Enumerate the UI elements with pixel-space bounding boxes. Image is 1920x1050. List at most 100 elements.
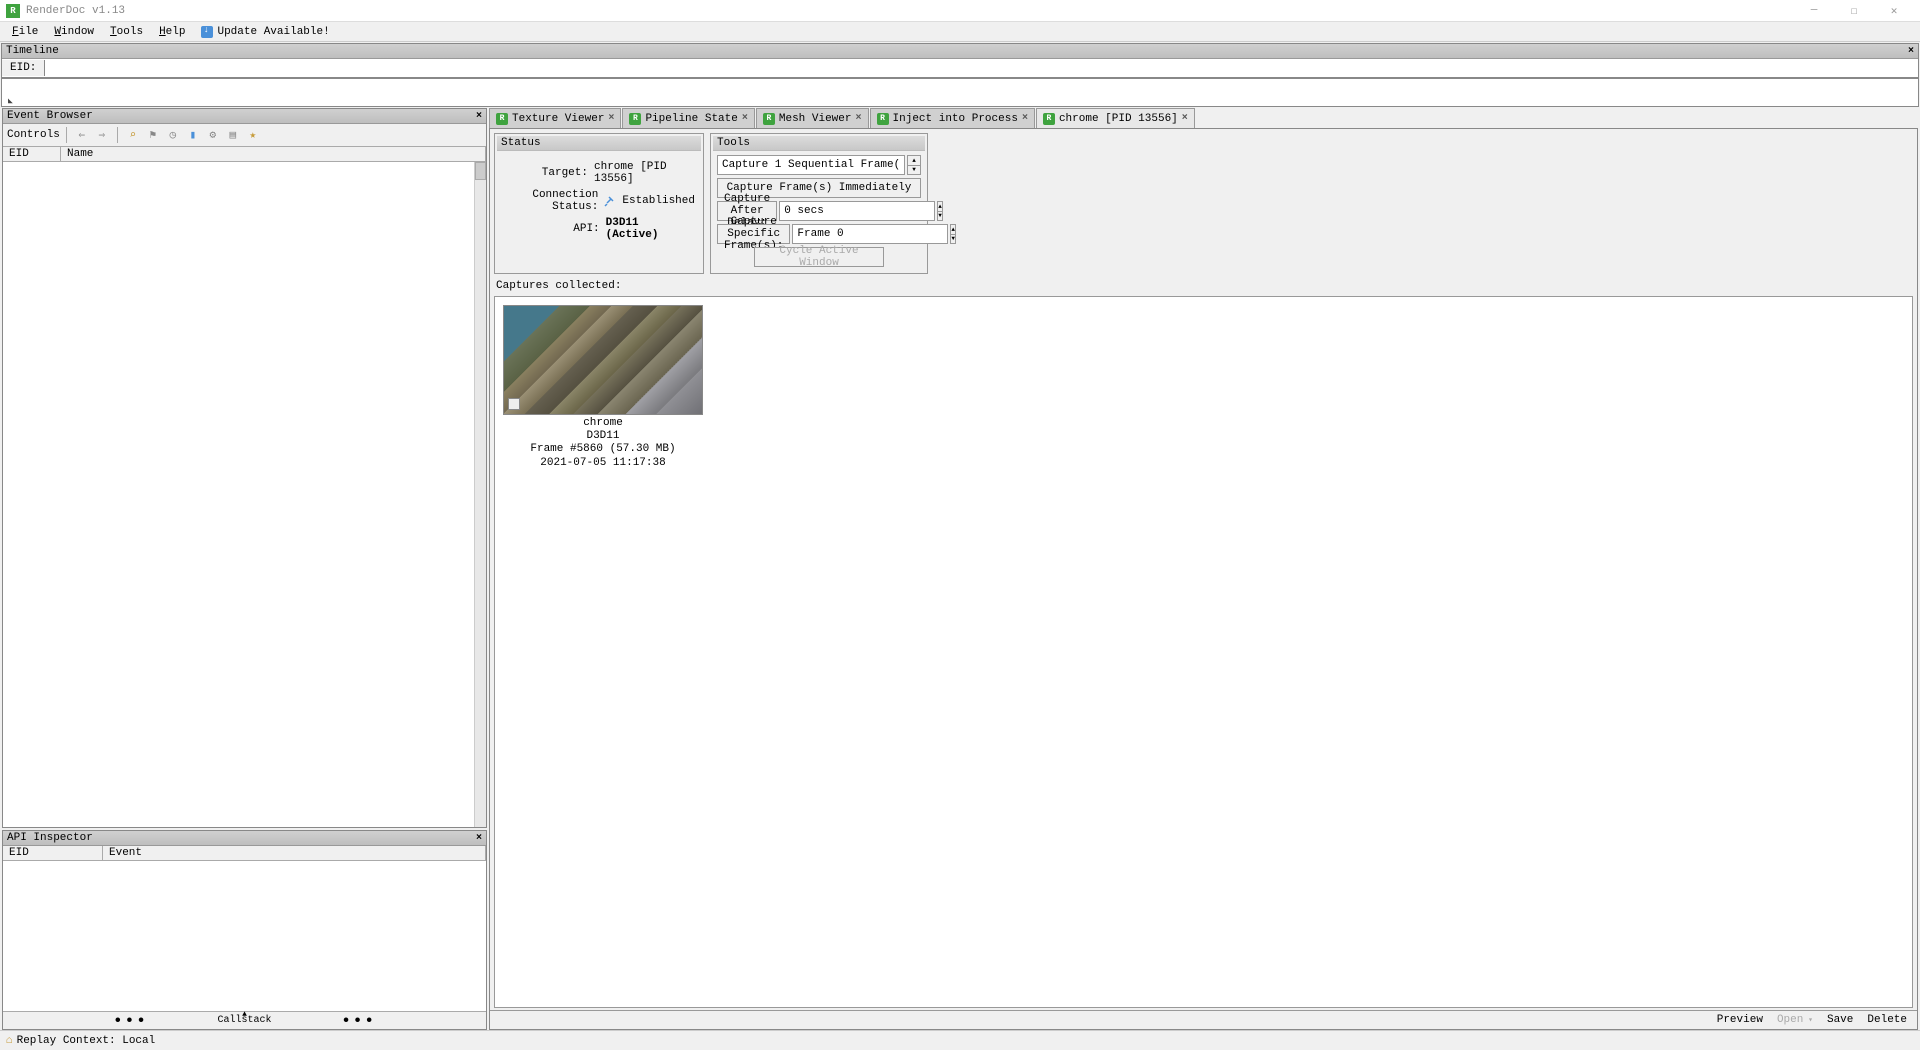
preview-button[interactable]: Preview (1717, 1014, 1763, 1026)
chevron-up-icon[interactable]: ▲ (908, 156, 920, 166)
conn-label: Connection Status: (503, 189, 598, 213)
tab-close-icon[interactable]: × (608, 113, 614, 124)
controls-label: Controls (7, 129, 60, 141)
star-icon[interactable]: ★ (244, 126, 262, 144)
event-browser-toolbar: Controls ⇐ ⇒ ⌕ ⚑ ◷ ▮ ⚙ ▤ ★ (3, 124, 486, 147)
close-button[interactable]: ✕ (1874, 1, 1914, 21)
status-title: Status (497, 136, 701, 151)
tab-content: Status Target: chrome [PID 13556] Connec… (489, 128, 1918, 1030)
api-inspector-close-icon[interactable]: × (476, 833, 482, 844)
api-inspector-footer[interactable]: ••• ▲ Callstack ••• (3, 1011, 486, 1029)
replay-context: Replay Context: Local (17, 1035, 156, 1047)
chevron-up-icon[interactable]: ▲ (951, 225, 955, 235)
menu-update[interactable]: Update Available! (193, 24, 337, 40)
home-icon: ⌂ (6, 1035, 13, 1047)
chevron-down-icon[interactable]: ▼ (951, 235, 955, 244)
next-button[interactable]: ⇒ (93, 126, 111, 144)
cycle-window-button[interactable]: Cycle Active Window (754, 247, 884, 267)
captures-area[interactable]: chrome D3D11 Frame #5860 (57.30 MB) 2021… (494, 296, 1913, 1008)
api-inspector-body[interactable] (3, 861, 486, 1011)
delay-spinner[interactable]: ▲▼ (937, 201, 943, 221)
menu-window[interactable]: Window (46, 24, 102, 40)
timeline-marker-icon: ◣ (8, 96, 13, 106)
window-controls: ─ ☐ ✕ (1794, 1, 1914, 21)
tab-pipeline-state[interactable]: R Pipeline State × (622, 108, 754, 128)
tab-close-icon[interactable]: × (1022, 113, 1028, 124)
update-icon (201, 26, 213, 38)
timeline-title: Timeline (6, 45, 59, 57)
tab-inject[interactable]: R Inject into Process × (870, 108, 1035, 128)
seq-spinner[interactable]: ▲▼ (907, 155, 921, 175)
maximize-button[interactable]: ☐ (1834, 1, 1874, 21)
captures-footer: Preview Open Save Delete (490, 1010, 1917, 1029)
event-browser-scrollbar[interactable] (474, 162, 486, 827)
clock-icon[interactable]: ◷ (164, 126, 182, 144)
specific-input[interactable] (792, 224, 948, 244)
tab-close-icon[interactable]: × (742, 113, 748, 124)
event-browser-headers: EID Name (3, 147, 486, 162)
capture-specific-button[interactable]: Capture Specific Frame(s): (717, 224, 790, 244)
capture-api: D3D11 (503, 430, 703, 443)
conn-value: Established (622, 195, 695, 207)
tools-title: Tools (713, 136, 925, 151)
tab-chrome-pid[interactable]: R chrome [PID 13556] × (1036, 108, 1195, 128)
col-eid[interactable]: EID (3, 147, 61, 161)
tabs-row: R Texture Viewer × R Pipeline State × R … (489, 108, 1918, 128)
timeline-title-bar: Timeline × (2, 44, 1918, 59)
capture-frame: Frame #5860 (57.30 MB) (503, 443, 703, 456)
window-title: RenderDoc v1.13 (26, 5, 1794, 17)
capture-seq-input[interactable] (717, 155, 905, 175)
timeline-close-icon[interactable]: × (1908, 46, 1914, 57)
chevron-down-icon[interactable]: ▼ (938, 212, 942, 221)
event-browser-body[interactable] (3, 162, 486, 827)
menu-tools[interactable]: Tools (102, 24, 151, 40)
chevron-up-icon[interactable]: ▲ (938, 202, 942, 212)
capture-item[interactable]: chrome D3D11 Frame #5860 (57.30 MB) 2021… (503, 305, 703, 472)
api-col-event[interactable]: Event (103, 846, 486, 860)
update-label: Update Available! (217, 26, 329, 38)
eid-input[interactable] (45, 59, 1918, 77)
api-col-eid[interactable]: EID (3, 846, 103, 860)
save-button[interactable]: Save (1827, 1014, 1853, 1026)
timeline-panel: Timeline × EID: ◣ (1, 43, 1919, 107)
minimize-button[interactable]: ─ (1794, 1, 1834, 21)
menu-file[interactable]: File (4, 24, 46, 40)
api-value: D3D11 (Active) (606, 217, 695, 241)
find-icon[interactable]: ⌕ (124, 126, 142, 144)
plug-icon (604, 195, 616, 207)
api-inspector-panel: API Inspector × EID Event ••• ▲ Callstac… (2, 830, 487, 1030)
tab-label: Mesh Viewer (779, 113, 852, 125)
menubar: File Window Tools Help Update Available! (0, 22, 1920, 42)
menu-help[interactable]: Help (151, 24, 193, 40)
dots-icon: ••• (341, 1017, 376, 1025)
open-button[interactable]: Open (1777, 1014, 1813, 1026)
eid-label: EID: (2, 60, 45, 76)
tab-texture-viewer[interactable]: R Texture Viewer × (489, 108, 621, 128)
tab-mesh-viewer[interactable]: R Mesh Viewer × (756, 108, 869, 128)
event-browser-panel: Event Browser × Controls ⇐ ⇒ ⌕ ⚑ ◷ ▮ ⚙ ▤… (2, 108, 487, 828)
event-browser-close-icon[interactable]: × (476, 111, 482, 122)
tab-label: chrome [PID 13556] (1059, 113, 1178, 125)
delete-button[interactable]: Delete (1867, 1014, 1907, 1026)
bar-chart-icon[interactable]: ▮ (184, 126, 202, 144)
col-name[interactable]: Name (61, 147, 486, 161)
tab-label: Inject into Process (893, 113, 1018, 125)
tab-icon: R (496, 113, 508, 125)
titlebar: R RenderDoc v1.13 ─ ☐ ✕ (0, 0, 1920, 22)
target-label: Target: (503, 167, 588, 179)
save-icon[interactable]: ▤ (224, 126, 242, 144)
tab-icon: R (1043, 113, 1055, 125)
timeline-body[interactable]: ◣ (2, 78, 1918, 106)
tab-close-icon[interactable]: × (856, 113, 862, 124)
flag-icon[interactable]: ⚑ (144, 126, 162, 144)
chevron-down-icon[interactable]: ▼ (908, 166, 920, 175)
tab-icon: R (877, 113, 889, 125)
tab-close-icon[interactable]: × (1182, 113, 1188, 124)
specific-spinner[interactable]: ▲▼ (950, 224, 956, 244)
prev-button[interactable]: ⇐ (73, 126, 91, 144)
gear-icon[interactable]: ⚙ (204, 126, 222, 144)
api-inspector-title: API Inspector (7, 832, 93, 844)
api-label: API: (503, 223, 600, 235)
chevron-up-icon: ▲ (242, 1010, 247, 1019)
delay-input[interactable] (779, 201, 935, 221)
